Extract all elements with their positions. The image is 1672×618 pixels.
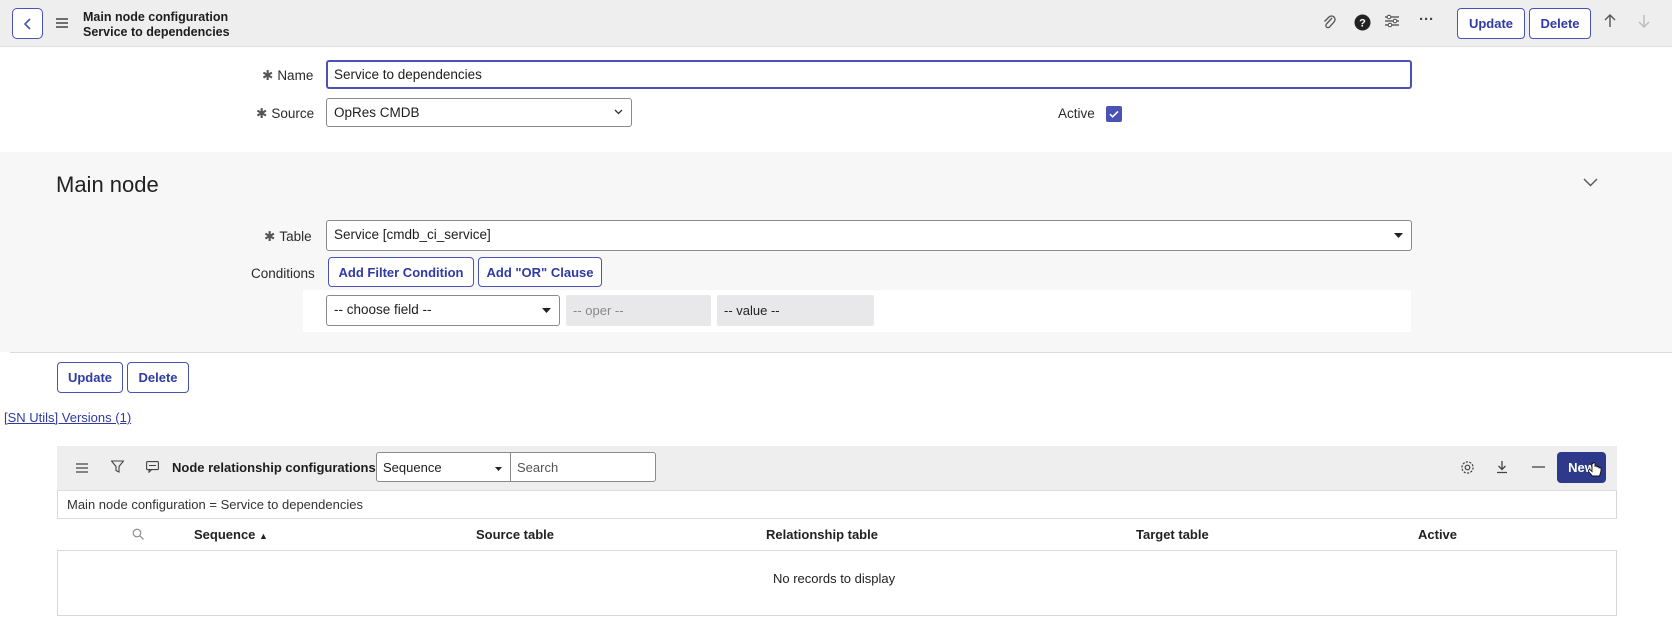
source-select[interactable]: OpRes CMDB (326, 98, 632, 127)
search-field-select[interactable]: Sequence (376, 452, 511, 482)
checkmark-icon (1109, 110, 1119, 118)
caret-down-icon (542, 306, 551, 317)
filter-breadcrumb[interactable]: Main node configuration = Service to dep… (67, 497, 363, 512)
caret-down-icon (1394, 231, 1403, 242)
value-field[interactable]: -- value -- (717, 295, 874, 326)
active-checkbox[interactable] (1106, 106, 1122, 122)
svg-text:?: ? (1359, 18, 1366, 30)
required-icon: ✱ (264, 229, 276, 244)
empty-list-message: No records to display (773, 571, 896, 586)
filter-icon[interactable] (110, 460, 125, 476)
name-field[interactable]: Service to dependencies (326, 60, 1412, 89)
back-button[interactable] (12, 8, 43, 39)
caret-down-icon (495, 464, 502, 475)
section-title: Main node (56, 172, 159, 197)
required-icon: ✱ (262, 68, 274, 83)
download-icon[interactable] (1496, 460, 1508, 477)
source-label: ✱ Source (256, 106, 315, 121)
sort-ascending-icon: ▲ (259, 531, 268, 541)
column-header-relationship-table[interactable]: Relationship table (766, 527, 878, 542)
list-search-input[interactable]: Search (510, 452, 656, 482)
divider (10, 352, 1672, 353)
choose-field-select[interactable]: -- choose field -- (326, 295, 560, 326)
arrow-up-icon[interactable] (1604, 14, 1616, 32)
chevron-down-icon (614, 107, 623, 118)
more-options-icon[interactable]: ··· (1419, 11, 1434, 28)
table-label: ✱ Table (264, 229, 312, 244)
related-list-title: Node relationship configurations (172, 460, 376, 475)
header-update-button[interactable]: Update (1457, 8, 1525, 39)
name-label: ✱ Name (262, 68, 314, 83)
active-label: Active (1058, 106, 1095, 121)
table-select[interactable]: Service [cmdb_ci_service] (326, 220, 1412, 251)
comment-icon[interactable] (146, 460, 159, 476)
column-header-target-table[interactable]: Target table (1136, 527, 1209, 542)
header-subtitle: Service to dependencies (83, 25, 230, 39)
header-title: Main node configuration (83, 10, 229, 24)
collapse-chevron-icon[interactable] (1583, 175, 1598, 190)
minimize-icon[interactable] (1532, 460, 1545, 476)
operator-field[interactable]: -- oper -- (566, 295, 711, 326)
header-delete-button[interactable]: Delete (1529, 8, 1591, 39)
menu-icon[interactable] (56, 16, 68, 31)
conditions-label: Conditions (251, 266, 315, 281)
arrow-down-icon[interactable] (1638, 14, 1650, 32)
gear-icon[interactable] (1460, 460, 1475, 478)
column-header-sequence[interactable]: Sequence ▲ (194, 527, 268, 542)
settings-sliders-icon[interactable] (1384, 14, 1400, 32)
update-button[interactable]: Update (57, 362, 123, 393)
list-menu-icon[interactable] (76, 460, 88, 476)
required-icon: ✱ (256, 106, 268, 121)
cursor-hand-icon (1587, 462, 1602, 481)
column-header-active[interactable]: Active (1418, 527, 1457, 542)
paperclip-icon[interactable] (1322, 14, 1336, 34)
column-search-icon[interactable] (132, 527, 144, 543)
help-icon[interactable]: ? (1354, 14, 1371, 35)
versions-link[interactable]: [SN Utils] Versions (1) (4, 410, 131, 425)
column-header-source-table[interactable]: Source table (476, 527, 554, 542)
add-or-clause-button[interactable]: Add "OR" Clause (478, 257, 602, 287)
add-filter-condition-button[interactable]: Add Filter Condition (328, 257, 474, 287)
chevron-left-icon (23, 17, 31, 30)
delete-button[interactable]: Delete (127, 362, 189, 393)
